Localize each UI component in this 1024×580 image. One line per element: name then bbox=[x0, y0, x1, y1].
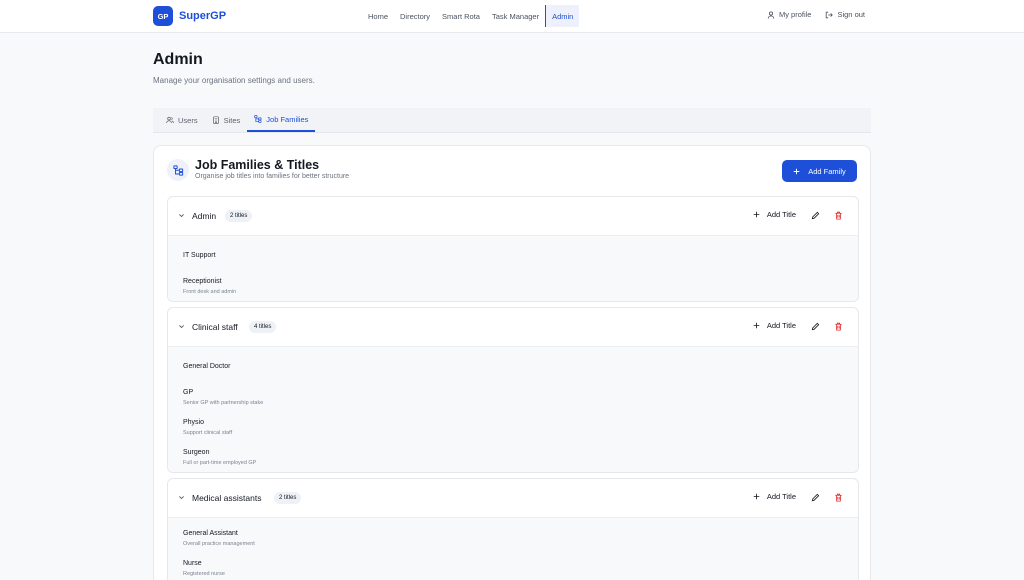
chevron-down-icon[interactable] bbox=[178, 494, 185, 501]
add-family-label: Add Family bbox=[808, 166, 846, 176]
title-name: IT Support bbox=[183, 252, 216, 259]
trash-icon[interactable] bbox=[834, 493, 843, 502]
title-name: Physio bbox=[183, 419, 205, 426]
title-row: Nurse Registered nurse bbox=[168, 553, 858, 580]
logout-icon bbox=[826, 11, 834, 18]
tab-users[interactable]: Users bbox=[159, 108, 205, 132]
job-families-card: Job Families & Titles Organise job title… bbox=[153, 145, 871, 580]
title-list: IT Support Receptionist Front desk and a… bbox=[168, 236, 858, 301]
page-title: Admin bbox=[153, 51, 203, 68]
edit-icon[interactable] bbox=[811, 493, 820, 502]
family-header[interactable]: Admin 2 titles Add Title bbox=[168, 197, 858, 236]
title-row: General Doctor bbox=[168, 352, 858, 382]
title-name: General Doctor bbox=[183, 363, 231, 370]
my-profile-link[interactable]: My profile bbox=[767, 10, 812, 19]
tab-job-families[interactable]: Job Families bbox=[247, 108, 316, 132]
trash-icon[interactable] bbox=[834, 322, 843, 331]
card-subtitle: Organise job titles into families for be… bbox=[195, 173, 350, 180]
title-row: Surgeon Full or part-time employed GP bbox=[168, 442, 858, 472]
card-icon bbox=[167, 159, 189, 181]
add-title-label: Add Title bbox=[766, 321, 796, 330]
title-row: General Assistant Overall practice manag… bbox=[168, 523, 858, 553]
add-title-label: Add Title bbox=[766, 492, 796, 501]
title-name: Receptionist bbox=[183, 278, 222, 285]
main-nav: Home Directory Smart Rota Task Manager A… bbox=[362, 5, 580, 27]
nav-admin[interactable]: Admin bbox=[545, 5, 580, 27]
add-title-label: Add Title bbox=[766, 210, 796, 219]
title-row: Physio Support clinical staff bbox=[168, 412, 858, 442]
tab-users-label: Users bbox=[178, 115, 198, 125]
title-description: Front desk and admin bbox=[183, 289, 237, 295]
family-count-badge: 4 titles bbox=[249, 321, 277, 333]
plus-icon bbox=[753, 322, 760, 329]
family-name: Clinical staff bbox=[192, 322, 238, 332]
top-navbar: GP SuperGP Home Directory Smart Rota Tas… bbox=[0, 0, 1024, 33]
add-title-button[interactable]: Add Title bbox=[753, 210, 796, 219]
title-row: GP Senior GP with partnership stake bbox=[168, 382, 858, 412]
tab-job-families-label: Job Families bbox=[266, 114, 309, 124]
plus-icon bbox=[753, 211, 760, 218]
edit-icon[interactable] bbox=[811, 211, 820, 220]
title-name: Surgeon bbox=[183, 449, 210, 456]
family-clinical-staff: Clinical staff 4 titles Add Title Genera… bbox=[167, 307, 859, 473]
add-title-button[interactable]: Add Title bbox=[753, 321, 796, 330]
page-subtitle: Manage your organisation settings and us… bbox=[153, 76, 315, 85]
admin-tabs: Users Sites Job Families bbox=[153, 108, 871, 133]
nav-directory[interactable]: Directory bbox=[394, 5, 436, 27]
user-icon bbox=[767, 11, 775, 19]
sign-out-label: Sign out bbox=[837, 10, 865, 19]
family-admin: Admin 2 titles Add Title IT Support Rece… bbox=[167, 196, 859, 302]
chevron-down-icon[interactable] bbox=[178, 212, 185, 219]
title-name: General Assistant bbox=[183, 530, 238, 537]
title-row: IT Support bbox=[168, 241, 858, 271]
tab-sites-label: Sites bbox=[223, 115, 241, 125]
family-count-badge: 2 titles bbox=[274, 492, 302, 504]
title-description: Overall practice management bbox=[183, 541, 255, 547]
title-description: Full or part-time employed GP bbox=[183, 460, 257, 466]
user-menu: My profile Sign out bbox=[767, 10, 865, 19]
hierarchy-icon bbox=[254, 115, 262, 123]
title-name: GP bbox=[183, 389, 194, 396]
users-icon bbox=[166, 116, 174, 124]
edit-icon[interactable] bbox=[811, 322, 820, 331]
nav-task-manager[interactable]: Task Manager bbox=[486, 5, 545, 27]
add-family-button[interactable]: Add Family bbox=[782, 160, 857, 182]
hierarchy-icon bbox=[172, 164, 183, 176]
tab-sites[interactable]: Sites bbox=[205, 108, 248, 132]
plus-icon bbox=[753, 493, 760, 500]
brand-logo: GP bbox=[153, 6, 173, 26]
add-title-button[interactable]: Add Title bbox=[753, 492, 796, 501]
my-profile-label: My profile bbox=[778, 10, 812, 19]
brand[interactable]: GP SuperGP bbox=[153, 6, 226, 26]
title-description: Registered nurse bbox=[183, 571, 225, 577]
sign-out-link[interactable]: Sign out bbox=[825, 10, 865, 19]
title-description: Support clinical staff bbox=[183, 430, 233, 436]
family-header[interactable]: Clinical staff 4 titles Add Title bbox=[168, 308, 858, 347]
family-medical-assistants: Medical assistants 2 titles Add Title Ge… bbox=[167, 478, 859, 580]
plus-icon bbox=[793, 168, 800, 174]
card-title: Job Families & Titles bbox=[195, 158, 320, 172]
title-list: General Doctor GP Senior GP with partner… bbox=[168, 347, 858, 472]
building-icon bbox=[212, 116, 219, 124]
family-header[interactable]: Medical assistants 2 titles Add Title bbox=[168, 479, 858, 518]
family-name: Admin bbox=[192, 211, 217, 221]
nav-home[interactable]: Home bbox=[362, 5, 394, 27]
family-name: Medical assistants bbox=[192, 493, 262, 503]
brand-name: SuperGP bbox=[179, 10, 227, 22]
title-row: Receptionist Front desk and admin bbox=[168, 271, 858, 301]
trash-icon[interactable] bbox=[834, 211, 843, 220]
title-description: Senior GP with partnership stake bbox=[183, 400, 264, 406]
title-name: Nurse bbox=[183, 560, 202, 567]
family-count-badge: 2 titles bbox=[225, 210, 253, 222]
title-list: General Assistant Overall practice manag… bbox=[168, 518, 858, 580]
nav-smart-rota[interactable]: Smart Rota bbox=[436, 5, 486, 27]
chevron-down-icon[interactable] bbox=[178, 323, 185, 330]
